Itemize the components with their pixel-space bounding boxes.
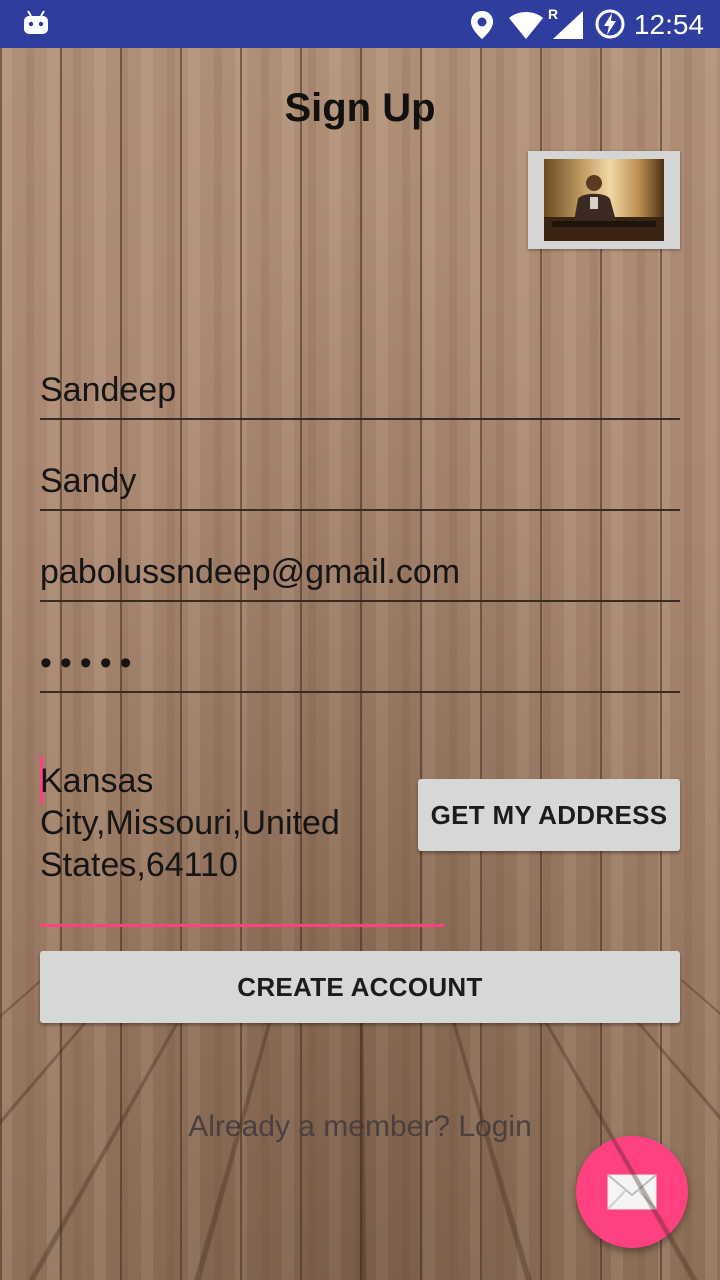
first-name-value: Sandeep [40, 371, 177, 409]
wifi-icon [509, 12, 543, 39]
android-icon [24, 10, 48, 34]
status-time: 12:54 [633, 9, 704, 40]
location-icon [471, 11, 493, 39]
create-account-button[interactable]: CREATE ACCOUNT [40, 951, 680, 1023]
password-field[interactable]: ••••• [40, 631, 680, 693]
get-my-address-button[interactable]: GET MY ADDRESS [418, 779, 680, 851]
nickname-field[interactable]: Sandy [40, 449, 680, 511]
profile-photo-button[interactable] [528, 151, 680, 249]
page-title: Sign Up [284, 86, 436, 130]
password-value: ••••• [40, 644, 140, 682]
first-name-field[interactable]: Sandeep [40, 358, 680, 420]
signup-screen: R 12:54 Sign Up Sandeep Sandy pabolussnd… [0, 0, 720, 1280]
email-field[interactable]: pabolussndeep@gmail.com [40, 540, 680, 602]
address-value: Kansas City,Missouri,United States,64110 [40, 760, 420, 886]
nickname-value: Sandy [40, 462, 137, 500]
email-value: pabolussndeep@gmail.com [40, 553, 461, 591]
mail-icon [607, 1174, 657, 1210]
person-photo-icon [544, 175, 664, 241]
battery-charging-icon [595, 9, 625, 39]
signal-icon [553, 11, 583, 39]
address-line-3: States,64110 [40, 846, 238, 884]
address-field[interactable]: Kansas City,Missouri,United States,64110 [40, 756, 444, 927]
address-line-1: Kansas [40, 762, 154, 800]
email-fab-button[interactable] [576, 1136, 688, 1248]
profile-photo [544, 159, 664, 241]
address-line-2: City,Missouri,United [40, 804, 340, 842]
status-bar: R 12:54 [0, 0, 720, 48]
